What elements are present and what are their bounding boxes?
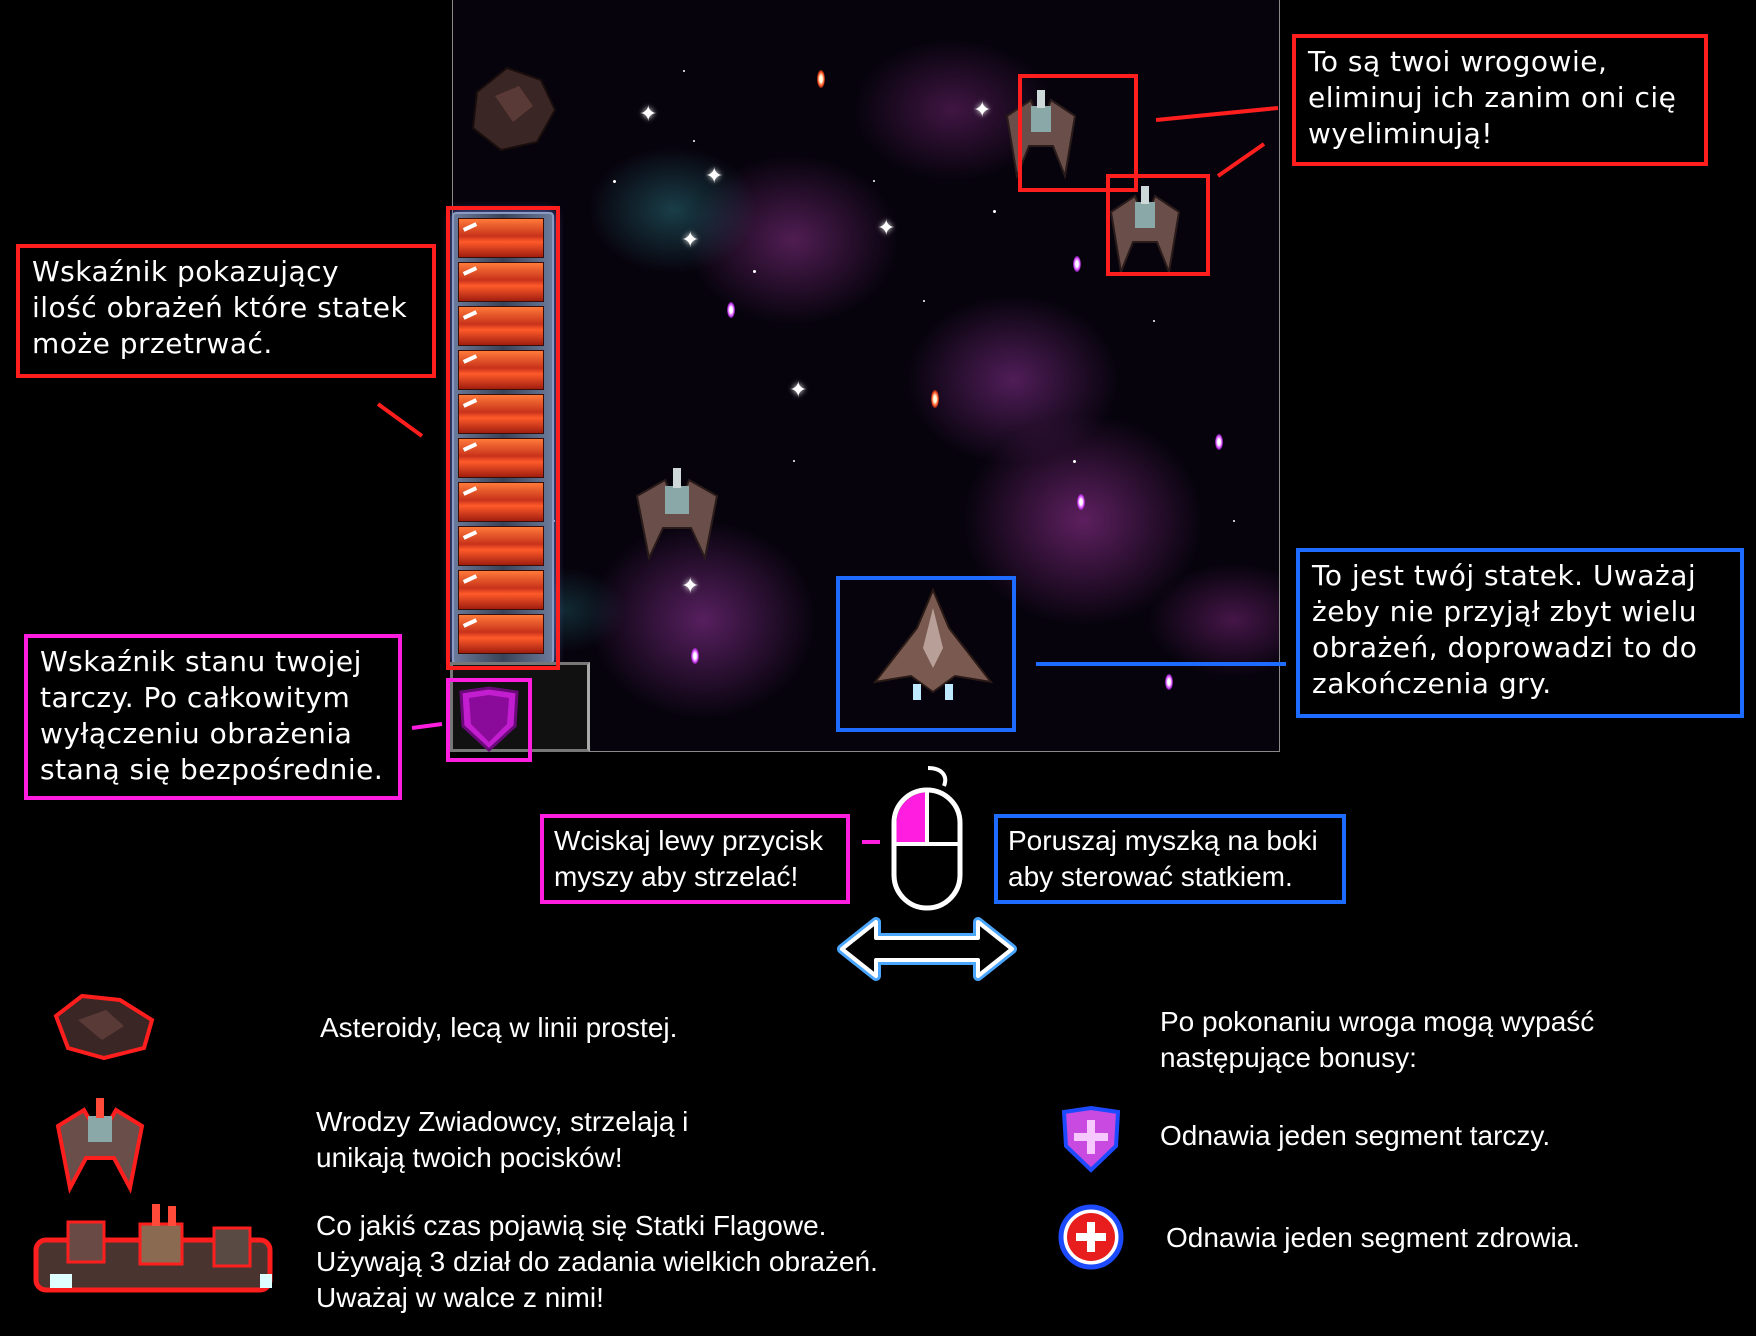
shield-bonus-icon bbox=[1061, 1106, 1121, 1173]
flagship-icon bbox=[33, 1204, 273, 1293]
health-pointer-line bbox=[376, 402, 424, 438]
steer-instruction: Poruszaj myszką na boki aby sterować sta… bbox=[994, 814, 1346, 904]
health-bonus-icon bbox=[1058, 1204, 1124, 1270]
mouse-icon bbox=[891, 766, 963, 911]
ship-callout: To jest twój statek. Uważaj żeby nie prz… bbox=[1296, 548, 1744, 718]
shield-bonus-description: Odnawia jeden segment tarczy. bbox=[1160, 1120, 1551, 1151]
enemy-pointer-line bbox=[1155, 106, 1279, 122]
left-right-arrow-icon bbox=[837, 917, 1017, 981]
enemies-callout: To są twoi wrogowie, eliminuj ich zanim … bbox=[1292, 34, 1708, 166]
flagships-description: Co jakiś czas pojawią się Statki Flagowe… bbox=[316, 1210, 878, 1313]
enemy-pointer-line bbox=[1216, 142, 1266, 178]
health-bonus-description: Odnawia jeden segment zdrowia. bbox=[1166, 1222, 1581, 1253]
scouts-description: Wrodzy Zwiadowcy, strzelają i unikają tw… bbox=[316, 1106, 689, 1173]
enemy-scout-icon bbox=[55, 1098, 145, 1194]
shield-callout: Wskaźnik stanu twojej tarczy. Po całkowi… bbox=[24, 634, 402, 800]
bonus-intro: Po pokonaniu wroga mogą wypaść następują… bbox=[1160, 1006, 1595, 1073]
asteroids-description: Asteroidy, lecą w linii prostej. bbox=[320, 1012, 678, 1043]
shoot-instruction: Wciskaj lewy przycisk myszy aby strzelać… bbox=[540, 814, 850, 904]
shield-pointer-line bbox=[411, 722, 443, 730]
health-callout: Wskaźnik pokazujący ilość obrażeń które … bbox=[16, 244, 436, 378]
asteroid-icon bbox=[53, 993, 155, 1061]
